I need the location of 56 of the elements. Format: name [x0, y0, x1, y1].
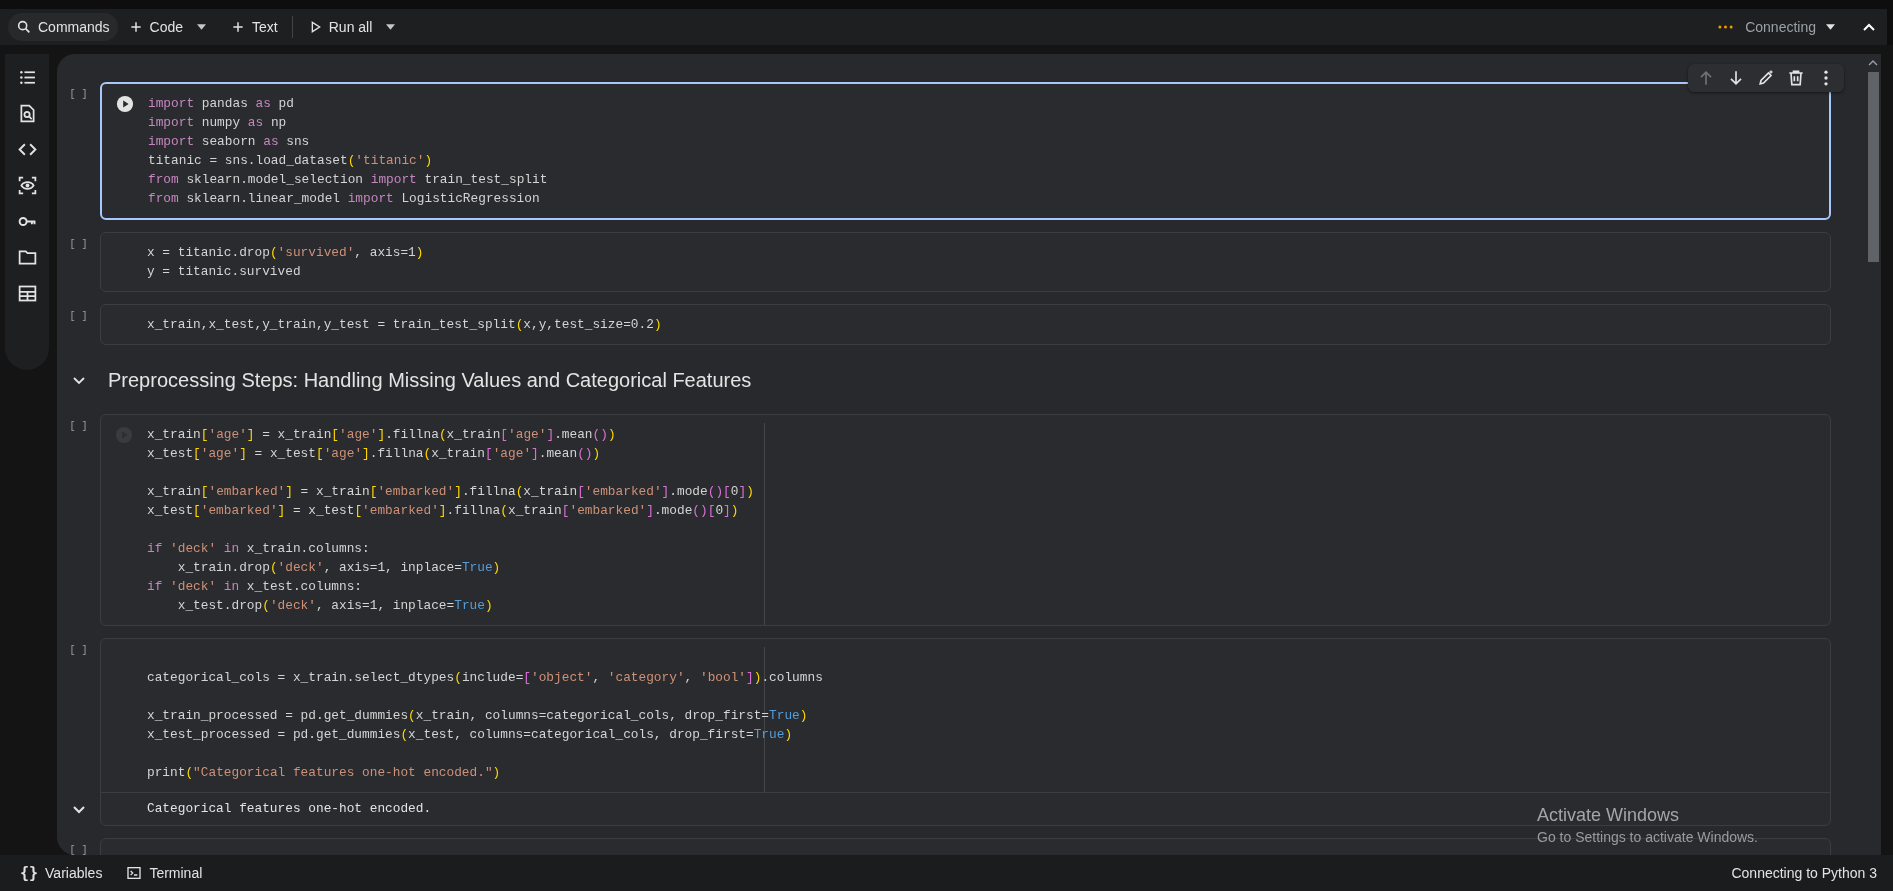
section-chevron-icon[interactable]: [72, 376, 85, 385]
runtime-status-button[interactable]: Connecting: [1743, 15, 1818, 39]
code-line: from sklearn.model_selection import train_test_split: [148, 171, 549, 189]
dropdown-caret-icon[interactable]: [197, 24, 207, 30]
terminal-icon: [126, 865, 143, 881]
execution-count: [ ]: [69, 645, 88, 656]
code-cell[interactable]: [100, 638, 1831, 826]
execution-count: [ ]: [69, 239, 88, 250]
code-line: y = titanic.survived: [147, 263, 302, 281]
code-line: if 'deck' in x_test.columns:: [147, 578, 364, 596]
code-cell[interactable]: [100, 414, 1831, 626]
table-icon[interactable]: [16, 283, 38, 304]
variables-button[interactable]: {} Variables: [12, 860, 111, 886]
code-line: categorical_cols = x_train.select_dtypes(include=['object', 'category', 'bool']).columns: [147, 669, 824, 687]
terminal-button[interactable]: Terminal: [118, 861, 211, 885]
activation-hint: Go to Settings to activate Windows.: [1537, 829, 1758, 845]
code-line: x = titanic.drop('survived', axis=1): [147, 244, 425, 262]
add-button[interactable]: Code: [119, 13, 192, 41]
code-line: x_train_processed = pd.get_dummies(x_train, columns=categorical_cols, drop_first=True): [147, 707, 809, 725]
code-line: x_test.drop('deck', axis=1, inplace=True): [176, 597, 494, 615]
code-line: titanic = sns.load_dataset('titanic'): [148, 152, 434, 170]
code-line: x_test['embarked'] = x_test['embarked'].fillna(x_train['embarked'].mode()[0]): [147, 502, 740, 520]
output-chevron-icon[interactable]: [72, 806, 85, 814]
code-line: x_test_processed = pd.get_dummies(x_test, columns=categorical_cols, drop_first=True): [147, 726, 794, 744]
code-line: x_train['age'] = x_train['age'].fillna(x_train['age'].mean()): [147, 426, 617, 444]
code-line: import numpy as np: [148, 114, 288, 132]
commands-button[interactable]: Commands: [8, 13, 118, 41]
add-button[interactable]: Text: [222, 13, 286, 41]
execution-count: [ ]: [69, 311, 88, 322]
section-heading: Preprocessing Steps: Handling Missing Values and Categorical Features: [107, 369, 752, 392]
execution-count: [ ]: [69, 421, 88, 432]
code-line: import pandas as pd: [148, 95, 295, 113]
code-line: from sklearn.linear_model import LogisticRegression: [148, 190, 541, 208]
execution-count: [ ]: [69, 89, 88, 100]
eye-icon[interactable]: [16, 175, 38, 196]
dropdown-caret-icon[interactable]: [1826, 24, 1835, 30]
code-line: x_test['age'] = x_test['age'].fillna(x_train['age'].mean()): [147, 445, 602, 463]
code-line: print("Categorical features one-hot encoded."): [147, 764, 502, 782]
runtime-status: Connecting to Python 3: [1731, 865, 1877, 881]
connecting-dots-icon: [1718, 25, 1734, 29]
code-line: x_train,x_test,y_train,y_test = train_test_split(x,y,test_size=0.2): [147, 316, 663, 334]
activation-notice: Activate Windows: [1537, 805, 1681, 826]
code-line: x_train['embarked'] = x_train['embarked'].fillna(x_train['embarked'].mode()[0]): [147, 483, 755, 501]
run-cell-icon[interactable]: [116, 95, 134, 113]
execution-count: [ ]: [69, 845, 88, 855]
code-line: import seaborn as sns: [148, 133, 311, 151]
search-icon: [16, 19, 32, 35]
scroll-up-icon[interactable]: [1868, 60, 1878, 66]
collapse-chevron-icon[interactable]: [1863, 23, 1875, 31]
run-all-button[interactable]: Run all: [298, 13, 381, 41]
code-cell[interactable]: x = titanic.drop('survived', axis=1) y = titanic.survived: [100, 232, 1831, 292]
code-line: if 'deck' in x_train.columns:: [147, 540, 371, 558]
code-line: x_train.drop('deck', axis=1, inplace=True): [176, 559, 502, 577]
scrollbar-thumb[interactable]: [1867, 72, 1879, 262]
code-cell[interactable]: x_train,x_test,y_train,y_test = train_test_split(x,y,test_size=0.2): [100, 304, 1831, 345]
dropdown-caret-icon[interactable]: [386, 24, 396, 30]
